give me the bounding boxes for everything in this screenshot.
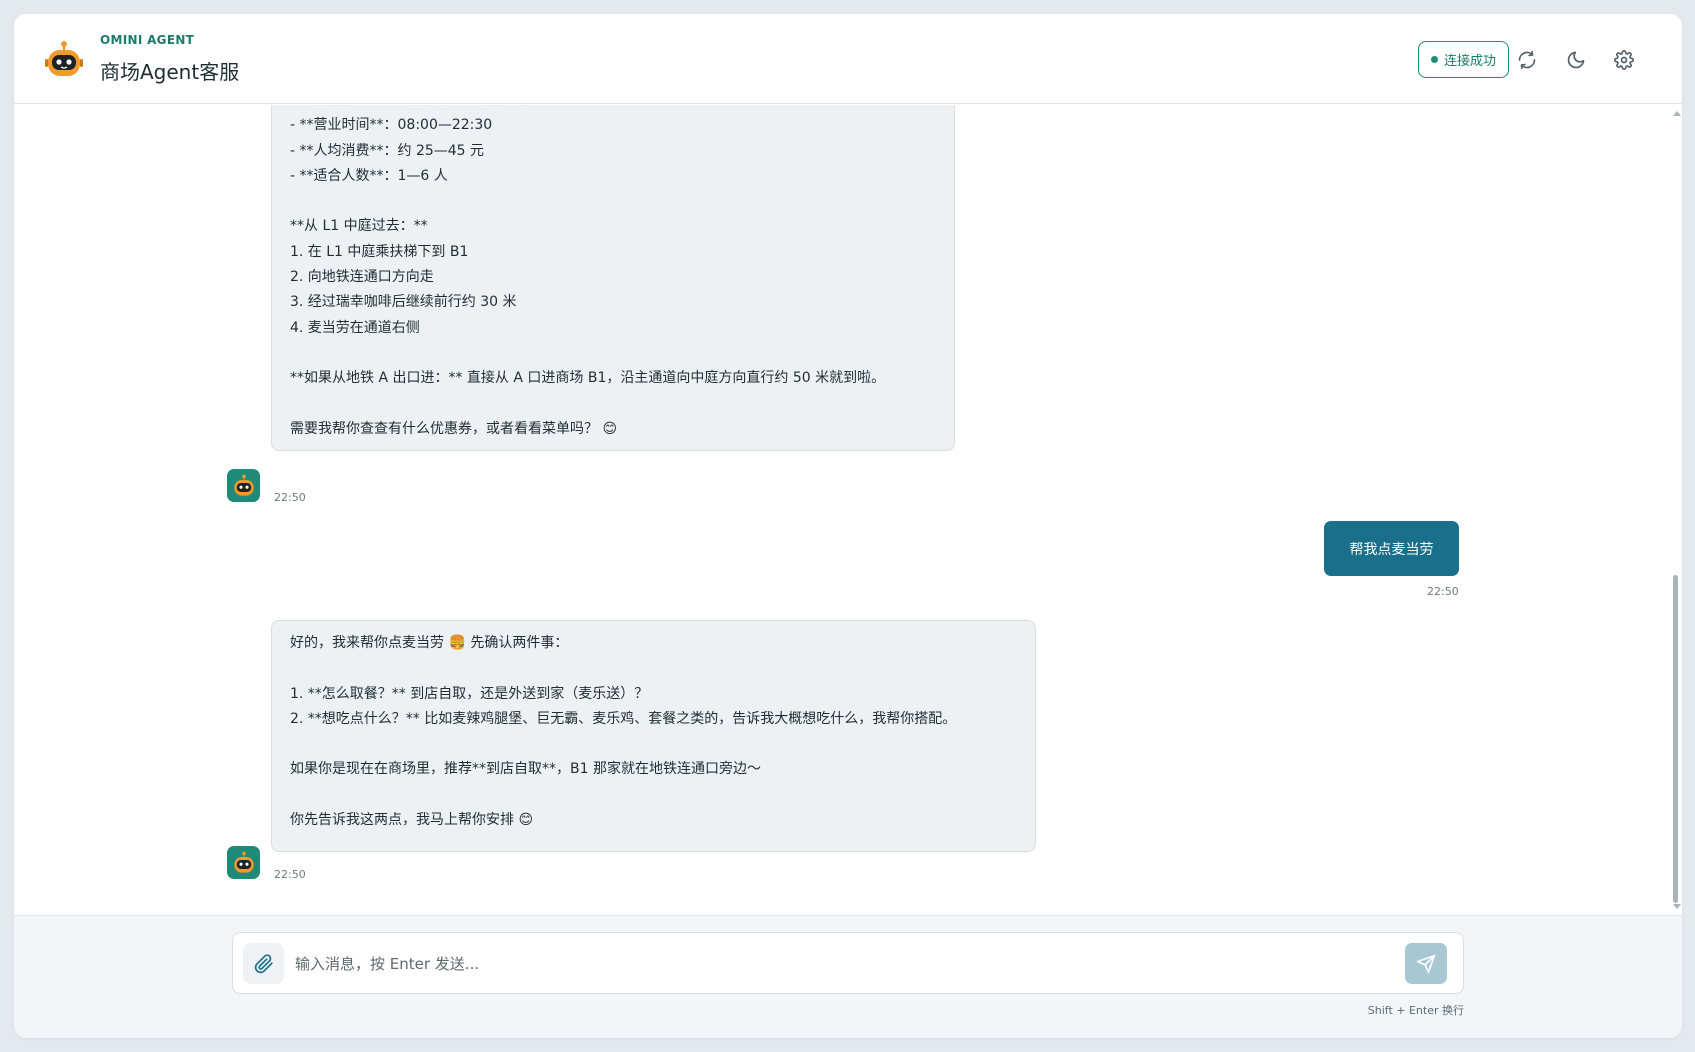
bot-avatar <box>227 469 260 502</box>
message-line: 3. 经过瑞幸咖啡后继续前行约 30 米 <box>290 294 517 311</box>
message-line: 需要我帮你查查有什么优惠券，或者看看菜单吗？ 😊 <box>290 420 618 437</box>
message-line: - **具体位置**：地铁连通口与中庭之间 <box>290 105 936 113</box>
message-line: - **适合人数**：1—6 人 <box>290 167 448 184</box>
refresh-button[interactable] <box>1509 42 1545 78</box>
newline-hint: Shift + Enter 换行 <box>1367 1004 1464 1017</box>
message-line <box>290 392 936 417</box>
robot-icon <box>233 474 254 496</box>
refresh-icon <box>1518 50 1536 70</box>
message-line: 1. **怎么取餐？** 到店自取，还是外送到家（麦乐送）？ <box>290 685 649 702</box>
send-button[interactable] <box>1405 943 1447 984</box>
message-timestamp: 22:50 <box>274 868 306 881</box>
brand-name: OMINI AGENT <box>100 33 195 47</box>
message-input[interactable] <box>295 945 1385 983</box>
theme-toggle-button[interactable] <box>1558 42 1594 78</box>
bot-message-bubble: - **具体位置**：地铁连通口与中庭之间 - **营业时间**：08:00—2… <box>271 105 955 451</box>
message-line: 2. 向地铁连通口方向走 <box>290 269 434 286</box>
message-line <box>290 783 1017 808</box>
message-line <box>290 732 1017 757</box>
app-window: OMINI AGENT 商场Agent客服 连接成功 - **营业时间**：08… <box>14 14 1682 1038</box>
paperclip-icon <box>254 953 273 973</box>
message-line: 4. 麦当劳在通道右侧 <box>290 319 420 336</box>
robot-icon <box>233 851 254 873</box>
gear-icon <box>1614 50 1634 70</box>
message-line: 如果你是现在在商场里，推荐**到店自取**，B1 那家就在地铁连通口旁边～ <box>290 761 761 778</box>
message-line: 好的，我来帮你点麦当劳 🍔 先确认两件事： <box>290 635 569 651</box>
robot-icon <box>44 40 84 80</box>
message-line: 你先告诉我这两点，我马上帮你安排 😊 <box>290 812 534 829</box>
scroll-up-arrow-icon[interactable] <box>1673 111 1681 116</box>
message-line: 2. **想吃点什么？** 比如麦辣鸡腿堡、巨无霸、麦乐鸡、套餐之类的，告诉我大… <box>290 710 957 727</box>
message-line: **如果从地铁 A 出口进：** 直接从 A 口进商场 B1，沿主通道向中庭方向… <box>290 370 886 387</box>
connection-status-badge: 连接成功 <box>1418 41 1509 78</box>
message-line: - **人均消费**：约 25—45 元 <box>290 142 485 159</box>
settings-button[interactable] <box>1606 42 1642 78</box>
scroll-down-arrow-icon[interactable] <box>1673 904 1681 909</box>
message-line: **从 L1 中庭过去：** <box>290 218 428 235</box>
header: OMINI AGENT 商场Agent客服 连接成功 <box>14 14 1682 104</box>
chat-messages[interactable]: - **具体位置**：地铁连通口与中庭之间 - **营业时间**：08:00—2… <box>14 105 1682 915</box>
status-dot-icon <box>1430 56 1438 63</box>
message-timestamp: 22:50 <box>1427 585 1459 598</box>
message-timestamp: 22:50 <box>274 491 306 504</box>
send-icon <box>1416 954 1436 973</box>
message-composer <box>232 932 1464 994</box>
app-title: 商场Agent客服 <box>100 60 240 84</box>
chat-scrollbar[interactable] <box>1670 105 1682 915</box>
bot-avatar <box>227 846 260 879</box>
message-line <box>290 341 936 366</box>
message-line <box>290 189 936 214</box>
composer-area: Shift + Enter 换行 <box>14 915 1682 1038</box>
message-line: 1. 在 L1 中庭乘扶梯下到 B1 <box>290 243 469 260</box>
status-label: 连接成功 <box>1443 54 1496 69</box>
scrollbar-thumb[interactable] <box>1673 575 1678 903</box>
attach-button[interactable] <box>243 943 284 984</box>
user-message-bubble: 帮我点麦当劳 <box>1324 521 1459 576</box>
bot-message-bubble: 好的，我来帮你点麦当劳 🍔 先确认两件事： 1. **怎么取餐？** 到店自取，… <box>271 620 1036 852</box>
message-line <box>290 656 1017 681</box>
moon-icon <box>1567 51 1585 69</box>
message-line: - **营业时间**：08:00—22:30 <box>290 117 493 134</box>
